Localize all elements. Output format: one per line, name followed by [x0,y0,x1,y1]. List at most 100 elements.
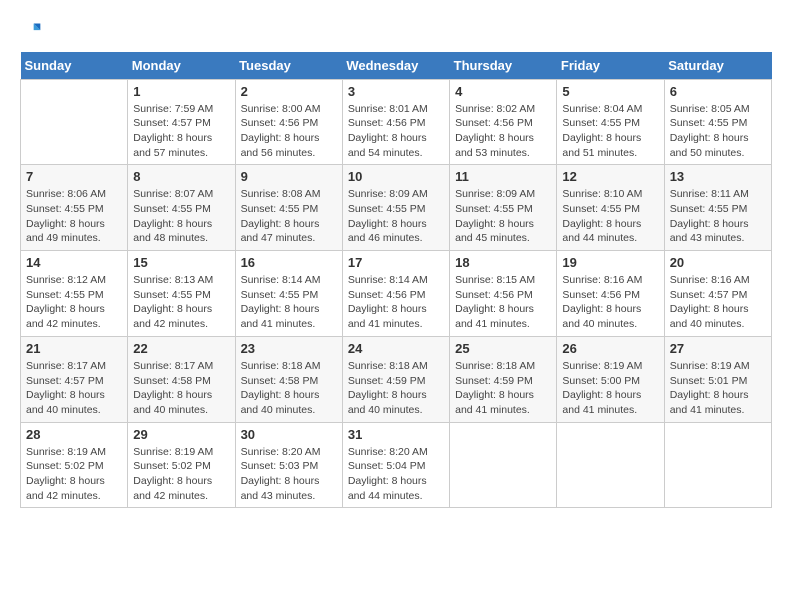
day-number: 27 [670,341,766,356]
day-info: Sunrise: 8:09 AM Sunset: 4:55 PM Dayligh… [455,187,551,246]
calendar-cell: 5 Sunrise: 8:04 AM Sunset: 4:55 PM Daylig… [557,79,664,165]
day-info: Sunrise: 8:14 AM Sunset: 4:56 PM Dayligh… [348,273,444,332]
calendar-cell: 26 Sunrise: 8:19 AM Sunset: 5:00 PM Dayli… [557,336,664,422]
day-info: Sunrise: 8:16 AM Sunset: 4:57 PM Dayligh… [670,273,766,332]
calendar-cell: 24 Sunrise: 8:18 AM Sunset: 4:59 PM Dayli… [342,336,449,422]
day-number: 12 [562,169,658,184]
calendar-cell: 21 Sunrise: 8:17 AM Sunset: 4:57 PM Dayli… [21,336,128,422]
calendar-cell: 23 Sunrise: 8:18 AM Sunset: 4:58 PM Dayli… [235,336,342,422]
calendar-cell: 9 Sunrise: 8:08 AM Sunset: 4:55 PM Daylig… [235,165,342,251]
day-number: 13 [670,169,766,184]
calendar-cell: 3 Sunrise: 8:01 AM Sunset: 4:56 PM Daylig… [342,79,449,165]
weekday-header-row: SundayMondayTuesdayWednesdayThursdayFrid… [21,52,772,80]
calendar-cell: 11 Sunrise: 8:09 AM Sunset: 4:55 PM Dayli… [450,165,557,251]
weekday-header-wednesday: Wednesday [342,52,449,80]
weekday-header-friday: Friday [557,52,664,80]
calendar-cell: 29 Sunrise: 8:19 AM Sunset: 5:02 PM Dayli… [128,422,235,508]
calendar-cell: 1 Sunrise: 7:59 AM Sunset: 4:57 PM Daylig… [128,79,235,165]
calendar-table: SundayMondayTuesdayWednesdayThursdayFrid… [20,52,772,509]
calendar-cell: 13Sunrise: 8:11 AM Sunset: 4:55 PM Dayli… [664,165,771,251]
day-number: 5 [562,84,658,99]
calendar-cell: 20 Sunrise: 8:16 AM Sunset: 4:57 PM Dayli… [664,251,771,337]
day-number: 2 [241,84,337,99]
day-info: Sunrise: 8:01 AM Sunset: 4:56 PM Dayligh… [348,102,444,161]
calendar-cell: 12 Sunrise: 8:10 AM Sunset: 4:55 PM Dayli… [557,165,664,251]
weekday-header-thursday: Thursday [450,52,557,80]
day-number: 7 [26,169,122,184]
day-info: Sunrise: 8:13 AM Sunset: 4:55 PM Dayligh… [133,273,229,332]
day-number: 4 [455,84,551,99]
day-info: Sunrise: 8:18 AM Sunset: 4:59 PM Dayligh… [455,359,551,418]
day-info: Sunrise: 8:18 AM Sunset: 4:59 PM Dayligh… [348,359,444,418]
day-number: 10 [348,169,444,184]
day-number: 11 [455,169,551,184]
day-info: Sunrise: 8:14 AM Sunset: 4:55 PM Dayligh… [241,273,337,332]
calendar-cell: 7 Sunrise: 8:06 AM Sunset: 4:55 PM Daylig… [21,165,128,251]
day-number: 21 [26,341,122,356]
day-number: 14 [26,255,122,270]
calendar-cell: 6Sunrise: 8:05 AM Sunset: 4:55 PM Daylig… [664,79,771,165]
day-info: Sunrise: 8:02 AM Sunset: 4:56 PM Dayligh… [455,102,551,161]
day-info: Sunrise: 7:59 AM Sunset: 4:57 PM Dayligh… [133,102,229,161]
day-number: 22 [133,341,229,356]
weekday-header-sunday: Sunday [21,52,128,80]
calendar-cell [664,422,771,508]
calendar-cell: 28Sunrise: 8:19 AM Sunset: 5:02 PM Dayli… [21,422,128,508]
calendar-week-row: 21 Sunrise: 8:17 AM Sunset: 4:57 PM Dayli… [21,336,772,422]
day-number: 26 [562,341,658,356]
day-info: Sunrise: 8:04 AM Sunset: 4:55 PM Dayligh… [562,102,658,161]
day-info: Sunrise: 8:20 AM Sunset: 5:03 PM Dayligh… [241,445,337,504]
day-info: Sunrise: 8:16 AM Sunset: 4:56 PM Dayligh… [562,273,658,332]
day-info: Sunrise: 8:08 AM Sunset: 4:55 PM Dayligh… [241,187,337,246]
day-info: Sunrise: 8:12 AM Sunset: 4:55 PM Dayligh… [26,273,122,332]
calendar-cell: 4 Sunrise: 8:02 AM Sunset: 4:56 PM Daylig… [450,79,557,165]
calendar-week-row: 14 Sunrise: 8:12 AM Sunset: 4:55 PM Dayli… [21,251,772,337]
calendar-cell: 2 Sunrise: 8:00 AM Sunset: 4:56 PM Daylig… [235,79,342,165]
calendar-cell: 25 Sunrise: 8:18 AM Sunset: 4:59 PM Dayli… [450,336,557,422]
day-info: Sunrise: 8:20 AM Sunset: 5:04 PM Dayligh… [348,445,444,504]
day-info: Sunrise: 8:06 AM Sunset: 4:55 PM Dayligh… [26,187,122,246]
day-number: 18 [455,255,551,270]
day-number: 1 [133,84,229,99]
day-number: 15 [133,255,229,270]
calendar-cell [557,422,664,508]
calendar-cell: 16 Sunrise: 8:14 AM Sunset: 4:55 PM Dayli… [235,251,342,337]
day-number: 23 [241,341,337,356]
calendar-cell: 30 Sunrise: 8:20 AM Sunset: 5:03 PM Dayli… [235,422,342,508]
calendar-week-row: 7 Sunrise: 8:06 AM Sunset: 4:55 PM Daylig… [21,165,772,251]
day-info: Sunrise: 8:17 AM Sunset: 4:57 PM Dayligh… [26,359,122,418]
day-number: 3 [348,84,444,99]
day-info: Sunrise: 8:19 AM Sunset: 5:00 PM Dayligh… [562,359,658,418]
calendar-cell: 10 Sunrise: 8:09 AM Sunset: 4:55 PM Dayli… [342,165,449,251]
day-number: 25 [455,341,551,356]
day-number: 29 [133,427,229,442]
day-info: Sunrise: 8:10 AM Sunset: 4:55 PM Dayligh… [562,187,658,246]
day-number: 31 [348,427,444,442]
day-number: 9 [241,169,337,184]
calendar-cell [450,422,557,508]
calendar-cell: 22Sunrise: 8:17 AM Sunset: 4:58 PM Dayli… [128,336,235,422]
calendar-week-row: 1 Sunrise: 7:59 AM Sunset: 4:57 PM Daylig… [21,79,772,165]
day-number: 30 [241,427,337,442]
weekday-header-saturday: Saturday [664,52,771,80]
calendar-week-row: 28Sunrise: 8:19 AM Sunset: 5:02 PM Dayli… [21,422,772,508]
day-info: Sunrise: 8:05 AM Sunset: 4:55 PM Dayligh… [670,102,766,161]
calendar-cell: 15 Sunrise: 8:13 AM Sunset: 4:55 PM Dayli… [128,251,235,337]
day-info: Sunrise: 8:19 AM Sunset: 5:02 PM Dayligh… [133,445,229,504]
day-number: 20 [670,255,766,270]
day-number: 16 [241,255,337,270]
day-info: Sunrise: 8:18 AM Sunset: 4:58 PM Dayligh… [241,359,337,418]
day-info: Sunrise: 8:19 AM Sunset: 5:01 PM Dayligh… [670,359,766,418]
weekday-header-monday: Monday [128,52,235,80]
day-info: Sunrise: 8:00 AM Sunset: 4:56 PM Dayligh… [241,102,337,161]
calendar-cell: 17Sunrise: 8:14 AM Sunset: 4:56 PM Dayli… [342,251,449,337]
page-header [20,20,772,42]
calendar-cell: 18Sunrise: 8:15 AM Sunset: 4:56 PM Dayli… [450,251,557,337]
calendar-cell: 8Sunrise: 8:07 AM Sunset: 4:55 PM Daylig… [128,165,235,251]
weekday-header-tuesday: Tuesday [235,52,342,80]
day-info: Sunrise: 8:09 AM Sunset: 4:55 PM Dayligh… [348,187,444,246]
day-number: 24 [348,341,444,356]
day-number: 8 [133,169,229,184]
calendar-cell: 31 Sunrise: 8:20 AM Sunset: 5:04 PM Dayli… [342,422,449,508]
calendar-cell: 27 Sunrise: 8:19 AM Sunset: 5:01 PM Dayli… [664,336,771,422]
